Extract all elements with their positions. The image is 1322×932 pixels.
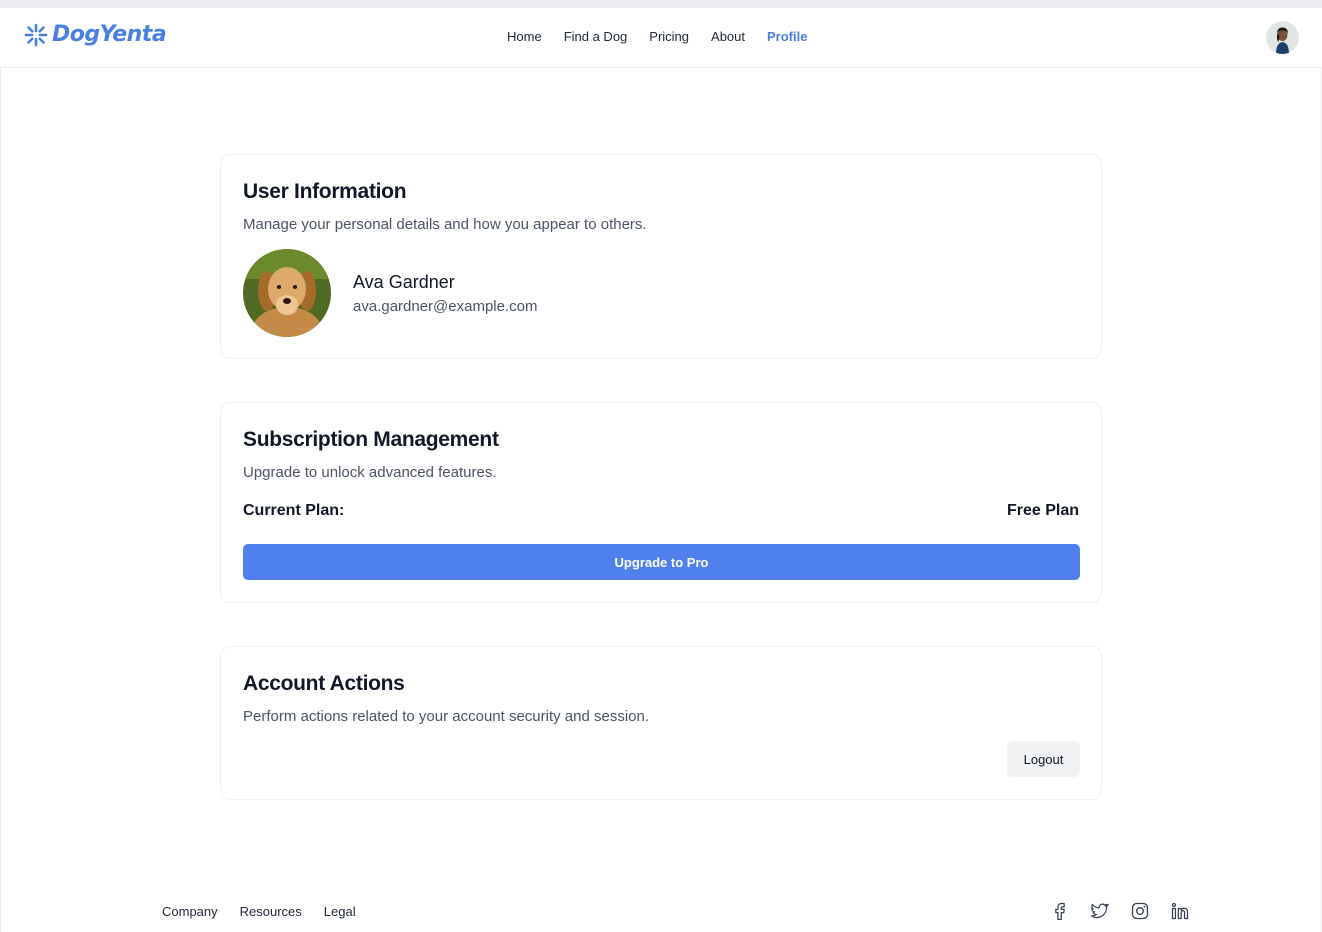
footer-link-company[interactable]: Company: [162, 904, 218, 919]
golden-retriever-photo-icon: [243, 249, 331, 337]
footer-links: Company Resources Legal: [162, 904, 356, 919]
user-name: Ava Gardner: [353, 272, 455, 292]
user-information-description: Manage your personal details and how you…: [243, 216, 647, 233]
nav-home[interactable]: Home: [507, 29, 542, 44]
twitter-icon[interactable]: [1089, 901, 1109, 921]
account-actions-description: Perform actions related to your account …: [243, 708, 650, 725]
account-actions-card: Account Actions Perform actions related …: [220, 646, 1102, 800]
nav-about[interactable]: About: [711, 29, 745, 44]
subscription-title: Subscription Management: [243, 428, 499, 451]
footer-link-legal[interactable]: Legal: [324, 904, 356, 919]
current-plan-value: Free Plan: [1006, 502, 1079, 519]
current-plan-label: Current Plan:: [243, 502, 345, 519]
account-actions-title: Account Actions: [243, 672, 405, 695]
user-information-card: User Information Manage your personal de…: [220, 154, 1102, 359]
main-nav: Home Find a Dog Pricing About Profile: [507, 29, 807, 44]
browser-top-strip: [0, 0, 1322, 8]
nav-profile[interactable]: Profile: [767, 29, 807, 44]
user-avatar-icon: [1266, 21, 1299, 54]
facebook-icon[interactable]: [1050, 901, 1070, 921]
subscription-description: Upgrade to unlock advanced features.: [243, 464, 497, 481]
brand-logo[interactable]: DogYenta: [24, 22, 167, 47]
user-avatar[interactable]: [1266, 21, 1299, 54]
top-navbar: DogYenta Home Find a Dog Pricing About P…: [0, 8, 1322, 68]
footer: Company Resources Legal: [0, 890, 1322, 932]
linkedin-icon[interactable]: [1170, 901, 1190, 921]
instagram-icon[interactable]: [1130, 901, 1150, 921]
user-information-title: User Information: [243, 180, 407, 203]
logout-button[interactable]: Logout: [1007, 741, 1080, 777]
footer-link-resources[interactable]: Resources: [240, 904, 302, 919]
user-email: ava.gardner@example.com: [353, 298, 538, 315]
nav-pricing[interactable]: Pricing: [649, 29, 689, 44]
brand-name: DogYenta: [52, 22, 167, 47]
profile-photo: [243, 249, 331, 337]
brand-sparkle-icon: [24, 23, 48, 46]
subscription-card: Subscription Management Upgrade to unloc…: [220, 402, 1102, 603]
nav-find-a-dog[interactable]: Find a Dog: [564, 29, 628, 44]
upgrade-to-pro-button[interactable]: Upgrade to Pro: [243, 544, 1080, 580]
